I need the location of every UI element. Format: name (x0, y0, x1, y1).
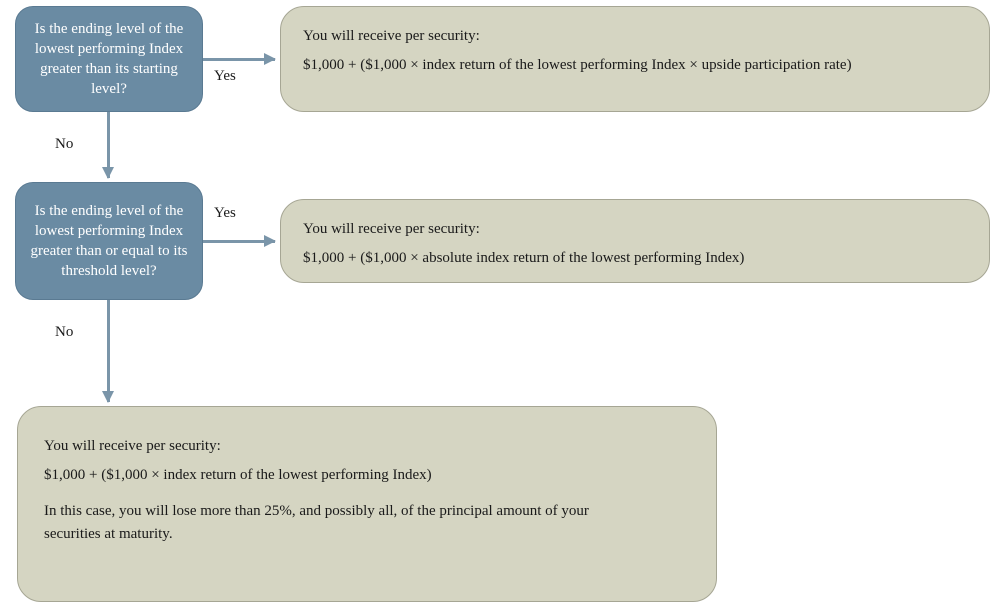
arrow-decision2-yes (203, 240, 275, 243)
decision-1-text: Is the ending level of the lowest perfor… (26, 19, 192, 100)
label-yes-1: Yes (214, 68, 236, 85)
label-no-2: No (55, 324, 73, 341)
label-yes-2: Yes (214, 205, 236, 222)
result2-line1: You will receive per security: (303, 218, 967, 241)
result1-line1: You will receive per security: (303, 25, 967, 48)
decision-box-1: Is the ending level of the lowest perfor… (15, 6, 203, 112)
result3-line3: In this case, you will lose more than 25… (44, 500, 614, 545)
result2-line2: $1,000 + ($1,000 × absolute index return… (303, 247, 967, 270)
result-box-1: You will receive per security: $1,000 + … (280, 6, 990, 112)
result-box-2: You will receive per security: $1,000 + … (280, 199, 990, 283)
result3-line1: You will receive per security: (44, 435, 690, 458)
result-box-3: You will receive per security: $1,000 + … (17, 406, 717, 602)
arrow-decision2-no (107, 300, 110, 402)
decision-box-2: Is the ending level of the lowest perfor… (15, 182, 203, 300)
arrow-decision1-yes (203, 58, 275, 61)
result3-line2: $1,000 + ($1,000 × index return of the l… (44, 464, 690, 487)
label-no-1: No (55, 136, 73, 153)
arrow-decision1-no (107, 112, 110, 178)
result1-line2: $1,000 + ($1,000 × index return of the l… (303, 54, 967, 77)
decision-2-text: Is the ending level of the lowest perfor… (26, 201, 192, 282)
